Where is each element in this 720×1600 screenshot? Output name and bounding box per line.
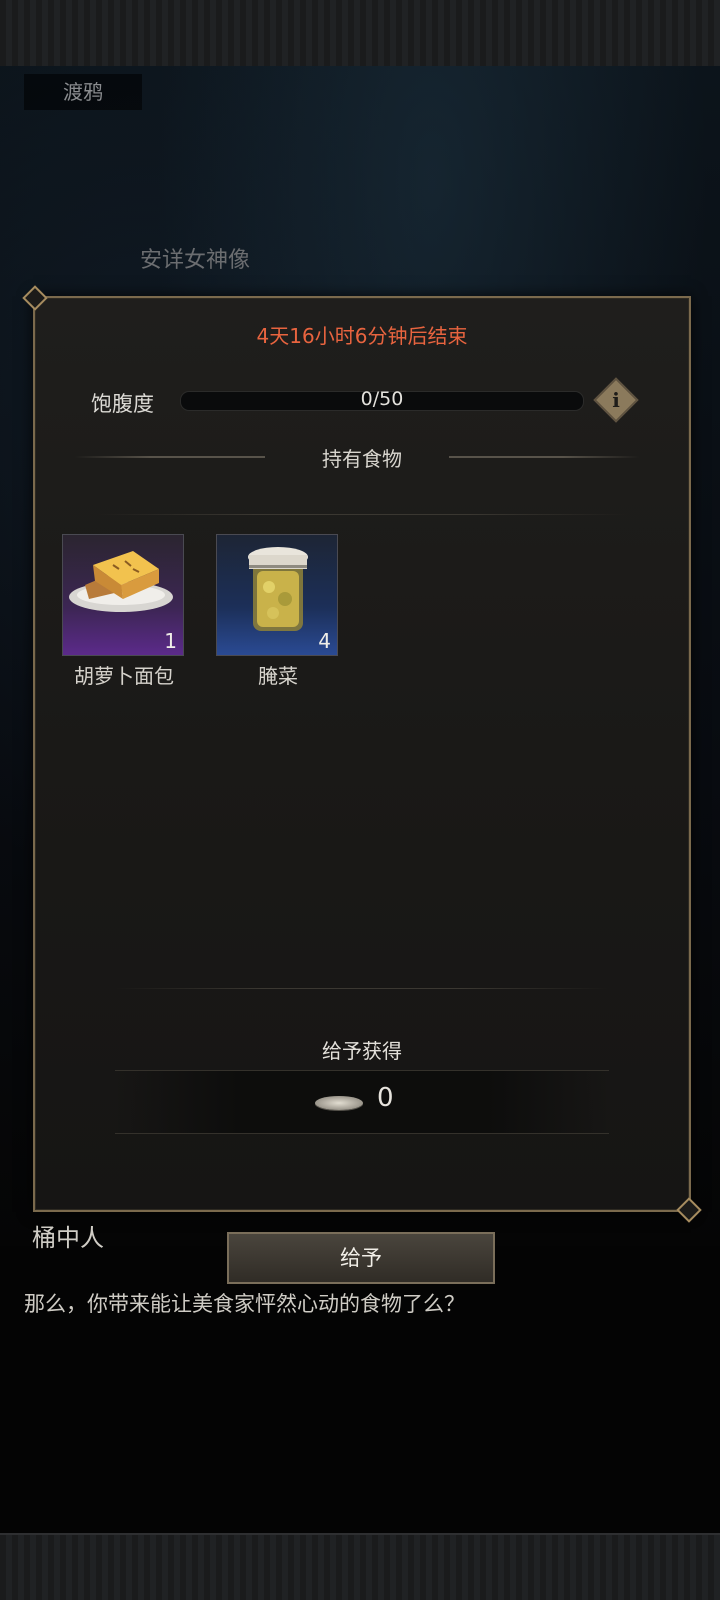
food-name: 胡萝卜面包 (74, 664, 174, 688)
lower-divider (115, 988, 609, 989)
reward-band: 0 (115, 1070, 609, 1134)
dialogue-text: 那么，你带来能让美食家怦然心动的食物了么？ (24, 1292, 465, 1316)
feeding-panel: 4天16小时6分钟后结束 饱腹度 0/50 i 持有食物 1 胡萝卜面包 4 腌… (33, 296, 691, 1212)
food-count: 1 (164, 629, 177, 653)
food-name: 腌菜 (258, 664, 298, 688)
silver-coin-icon (315, 1096, 363, 1110)
reward-value: 0 (377, 1083, 394, 1113)
event-timer: 4天16小时6分钟后结束 (256, 324, 468, 348)
give-button[interactable]: 给予 (227, 1232, 495, 1284)
info-icon[interactable]: i (593, 377, 639, 423)
food-item-carrot-bread[interactable]: 1 胡萝卜面包 (62, 534, 184, 689)
npc-name: 桶中人 (32, 1224, 104, 1252)
food-slot[interactable]: 4 (216, 534, 338, 656)
game-screen: 渡鸦 安详女神像 4天16小时6分钟后结束 饱腹度 0/50 i 持有食物 1 … (0, 0, 720, 1600)
food-item-pickles[interactable]: 4 腌菜 (216, 534, 338, 689)
location-tag: 渡鸦 (24, 74, 142, 110)
section-divider-right (449, 456, 639, 458)
satiety-value: 0/50 (360, 388, 404, 410)
food-slot[interactable]: 1 (62, 534, 184, 656)
satiety-label: 饱腹度 (91, 392, 154, 416)
statue-label: 安详女神像 (140, 248, 251, 273)
reward-title: 给予获得 (322, 1039, 402, 1063)
top-ornamental-frame (0, 0, 720, 68)
food-count: 4 (318, 629, 331, 653)
section-underline (95, 514, 629, 515)
bottom-ornamental-frame (0, 1533, 720, 1600)
